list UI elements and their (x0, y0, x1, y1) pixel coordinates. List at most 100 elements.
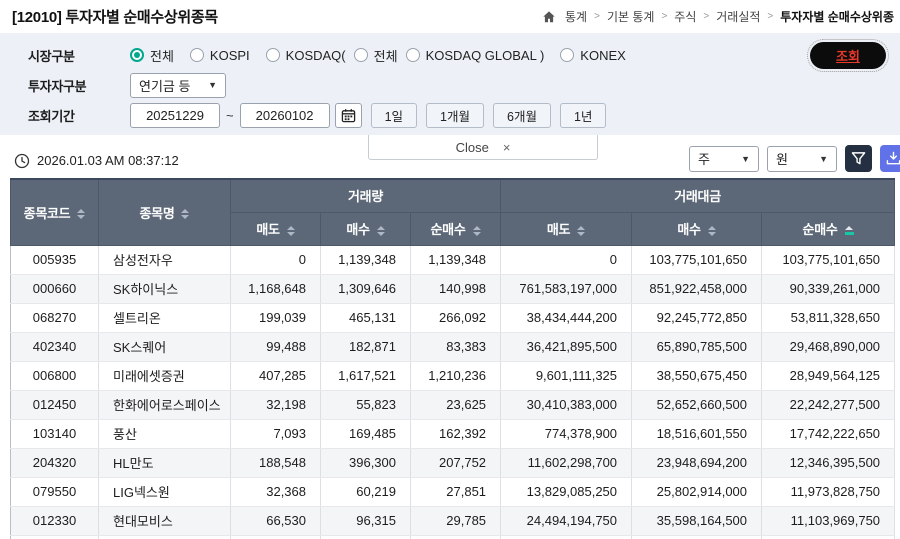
timestamp-text: 2026.01.03 AM 08:37:12 (37, 153, 179, 168)
cell-value: 30,410,383,000 (500, 390, 633, 420)
stock-name: 삼성전자우 (98, 245, 231, 275)
cell-value: 169,485 (320, 419, 411, 449)
stock-code: 006800 (10, 361, 99, 391)
stock-code: 012330 (10, 506, 99, 536)
cell-value: 903,805,800 (500, 535, 633, 539)
stock-name: ISC (98, 535, 231, 539)
col-header-val-buy[interactable]: 매수 (631, 211, 763, 246)
cell-value: 1,139,348 (320, 245, 411, 275)
tab-close[interactable]: Close × (368, 135, 598, 160)
cell-value: 851,922,458,000 (631, 274, 763, 304)
col-header-vol-buy[interactable]: 매수 (320, 211, 411, 246)
date-to-input[interactable] (239, 102, 330, 128)
cell-value: 13,829,085,250 (500, 477, 633, 507)
radio-kosdaq-all[interactable]: 전체 (353, 46, 398, 65)
cell-value: 29,468,890,000 (761, 332, 896, 362)
sort-icon[interactable] (376, 225, 385, 236)
col-header-vol-sell[interactable]: 매도 (230, 211, 321, 246)
unit-share-select[interactable]: 주 ▼ (689, 145, 759, 172)
stock-name: LIG넥스원 (98, 477, 231, 507)
group-header-volume: 거래량 (229, 178, 502, 213)
investor-label: 투자자구분 (28, 78, 87, 94)
radio-kosdaq[interactable]: KOSDAQ( (265, 48, 346, 63)
table-row[interactable]: 095340ISC8,16888,04979,881903,805,80010,… (10, 535, 896, 539)
period-1month-button[interactable]: 1개월 (426, 102, 484, 128)
period-6month-button[interactable]: 6개월 (493, 102, 551, 128)
cell-value: 52,652,660,500 (631, 390, 763, 420)
cell-value: 8,168 (230, 535, 321, 539)
sort-icon[interactable] (181, 209, 190, 220)
date-from-input[interactable] (130, 102, 220, 128)
table-row[interactable]: 079550 LIG넥스원 32,368 60,219 27,851 13,829,085… (10, 477, 896, 507)
search-button[interactable]: 조회 (807, 39, 889, 72)
table-row[interactable]: 000660 SK하이닉스 1,168,648 1,309,646 140,998 761… (10, 274, 896, 304)
table-row[interactable]: 012330 현대모비스 66,530 96,315 29,785 24,494,194,… (10, 506, 896, 536)
download-button[interactable] (880, 145, 900, 172)
cell-value: 27,851 (410, 477, 502, 507)
breadcrumb-item[interactable]: 통계 (565, 8, 587, 25)
chevron-down-icon: ▼ (819, 153, 828, 164)
cell-value: 103,775,101,650 (761, 245, 896, 275)
cell-value: 18,516,601,550 (631, 419, 763, 449)
filter-button[interactable] (845, 145, 872, 172)
table-row[interactable]: 103140 풍산 7,093 169,485 162,392 774,378,900 18… (10, 419, 896, 449)
stock-name: HL만도 (98, 448, 231, 478)
clock-icon (14, 153, 30, 168)
toolbar-tools: 주 ▼ 원 ▼ (689, 145, 900, 172)
unit-currency-select[interactable]: 원 ▼ (767, 145, 837, 172)
breadcrumb-item[interactable]: 기본 통계 (607, 8, 655, 25)
sort-icon[interactable] (286, 225, 295, 236)
sort-icon[interactable] (707, 225, 716, 236)
breadcrumb-separator: > (767, 11, 774, 22)
breadcrumb-item[interactable]: 주식 (674, 8, 696, 25)
cell-value: 28,949,564,125 (761, 361, 896, 391)
breadcrumb-item[interactable]: 거래실적 (716, 8, 760, 25)
stock-code: 005935 (10, 245, 99, 275)
radio-kospi[interactable]: KOSPI (189, 48, 250, 63)
col-header-val-net[interactable]: 순매수 (761, 211, 896, 246)
table-row[interactable]: 204320 HL만도 188,548 396,300 207,752 11,602,29… (10, 448, 896, 478)
cell-value: 761,583,197,000 (500, 274, 633, 304)
stock-code: 068270 (10, 303, 99, 333)
table-row[interactable]: 068270 셀트리온 199,039 465,131 266,092 38,434,44… (10, 303, 896, 333)
filter-row-period: 조회기간 ~ 1일 1개월 6개월 1년 (28, 100, 900, 130)
timestamp: 2026.01.03 AM 08:37:12 (14, 153, 179, 169)
table-row[interactable]: 402340 SK스퀘어 99,488 182,871 83,383 36,421,895… (10, 332, 896, 362)
col-header-name[interactable]: 종목명 (98, 178, 231, 246)
cell-value: 162,392 (410, 419, 502, 449)
period-1day-button[interactable]: 1일 (370, 102, 418, 128)
tab-close-label: Close (455, 139, 489, 155)
table-row[interactable]: 005935 삼성전자우 0 1,139,348 1,139,348 0 103,775,1… (10, 245, 896, 275)
table-row[interactable]: 012450 한화에어로스페이스 32,198 55,823 23,625 30,410,… (10, 390, 896, 420)
investor-select-value: 연기금 등 (139, 78, 191, 94)
cell-value: 465,131 (320, 303, 411, 333)
radio-all[interactable]: 전체 (130, 46, 174, 65)
sort-icon-active[interactable] (844, 226, 854, 236)
period-1year-button[interactable]: 1년 (559, 102, 607, 128)
col-header-code[interactable]: 종목코드 (10, 178, 99, 246)
cell-value: 207,752 (410, 448, 502, 478)
cell-value: 9,601,111,325 (500, 361, 633, 391)
col-header-val-sell[interactable]: 매도 (500, 211, 633, 246)
cell-value: 38,434,444,200 (500, 303, 633, 333)
radio-icon (353, 48, 368, 62)
col-header-vol-net[interactable]: 순매수 (409, 211, 502, 246)
home-icon[interactable] (542, 10, 556, 24)
calendar-button[interactable] (334, 102, 362, 128)
table-body: 005935 삼성전자우 0 1,139,348 1,139,348 0 103,775,1… (10, 245, 896, 539)
close-icon[interactable]: × (503, 140, 511, 155)
stock-code: 204320 (10, 448, 99, 478)
sort-icon[interactable] (577, 225, 586, 236)
breadcrumb-separator: > (661, 11, 668, 22)
sort-icon[interactable] (77, 209, 86, 220)
cell-value: 396,300 (320, 448, 411, 478)
market-radio-group: 전체 KOSPI KOSDAQ( 전체 KOSDAQ GLOBAL ) KONE… (130, 46, 626, 65)
table-row[interactable]: 006800 미래에셋증권 407,285 1,617,521 1,210,236 9,6… (10, 361, 896, 391)
cell-value: 1,210,236 (410, 361, 502, 391)
investor-select[interactable]: 연기금 등 ▼ (130, 72, 226, 98)
radio-kosdaq-global[interactable]: KOSDAQ GLOBAL ) (405, 48, 544, 63)
radio-konex[interactable]: KONEX (560, 48, 626, 63)
cell-value: 10,137,731,500 (631, 535, 763, 539)
sort-icon[interactable] (472, 225, 481, 236)
stock-name: SK하이닉스 (98, 274, 231, 304)
